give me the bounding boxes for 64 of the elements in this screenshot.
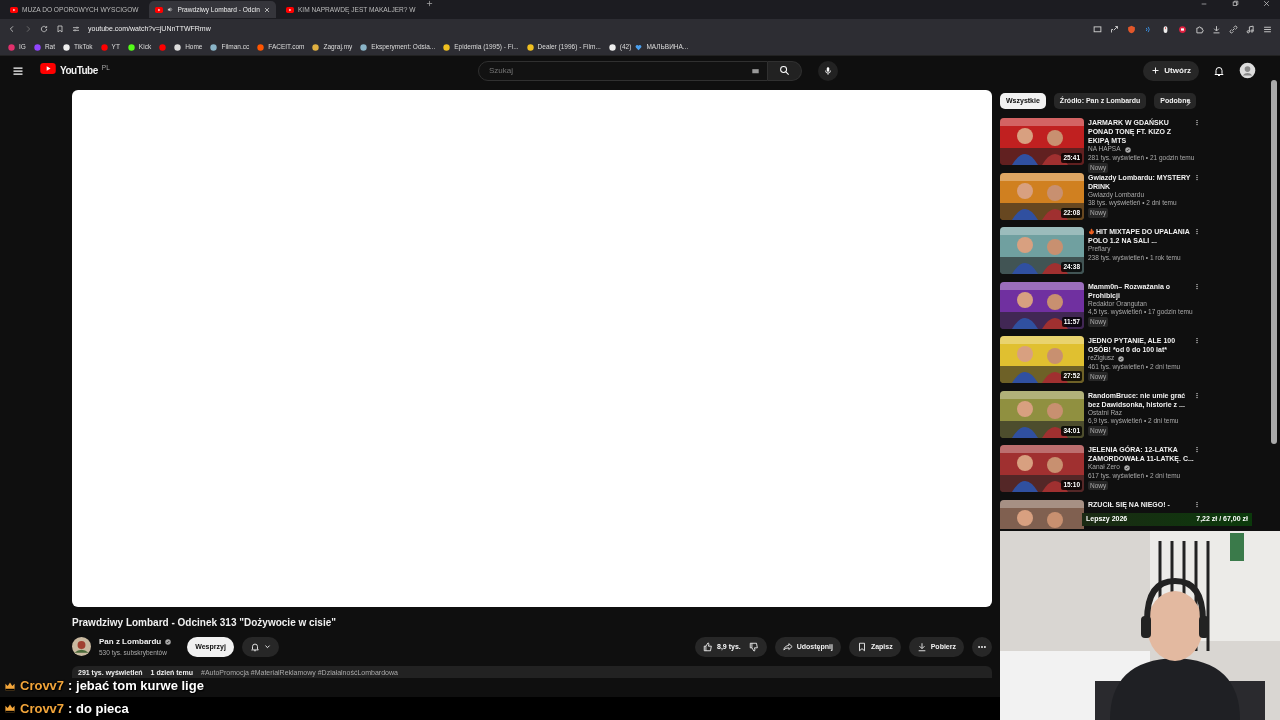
crown-icon	[4, 680, 16, 692]
thumbs-down-icon	[748, 641, 759, 652]
record-icon[interactable]	[1178, 24, 1187, 34]
bookmark-icon	[856, 641, 867, 652]
more-icon[interactable]	[1194, 390, 1200, 400]
search-button[interactable]	[768, 60, 802, 81]
youtube-icon	[10, 6, 18, 13]
bookmark-icon[interactable]	[159, 43, 167, 51]
close-icon[interactable]	[263, 6, 270, 13]
share-icon[interactable]	[1110, 24, 1119, 34]
speaker-icon	[166, 6, 174, 13]
more-icon[interactable]	[1194, 172, 1200, 182]
chat-username: Crovv7	[20, 699, 65, 718]
plus-icon	[1151, 66, 1161, 75]
share-arrow-icon	[782, 641, 793, 652]
menu-icon[interactable]	[1263, 24, 1272, 34]
dislike-button[interactable]	[748, 641, 759, 652]
menu-icon[interactable]	[12, 64, 24, 77]
youtube-icon	[285, 6, 294, 13]
chat-message: : jebać tom kurwe lige	[68, 677, 204, 696]
caret-icon	[263, 643, 271, 651]
channel-avatar-icon[interactable]	[72, 637, 91, 657]
restore-icon[interactable]	[1232, 0, 1239, 7]
search-icon	[779, 65, 790, 76]
shield-icon[interactable]	[1127, 24, 1136, 34]
bell-icon	[249, 641, 260, 652]
chat-message: : do pieca	[68, 699, 129, 718]
more-icon[interactable]	[1194, 445, 1200, 454]
plus-icon[interactable]	[425, 0, 433, 7]
youtube-icon	[154, 6, 163, 13]
more-icon[interactable]	[1194, 336, 1200, 345]
close-icon[interactable]	[1263, 0, 1270, 7]
avatar-icon[interactable]	[1239, 62, 1256, 79]
download-icon[interactable]	[1212, 24, 1221, 34]
scrollbar[interactable]	[1271, 80, 1277, 444]
more-actions-button[interactable]	[972, 636, 992, 657]
back-icon[interactable]	[8, 25, 16, 33]
create-button[interactable]: Utwórz	[1143, 60, 1199, 81]
more-icon[interactable]	[1194, 499, 1200, 509]
notifications-icon[interactable]	[1213, 64, 1225, 77]
play-logo-icon	[40, 63, 56, 74]
search-field[interactable]: Szukaj	[478, 60, 768, 81]
chat-username: Crovv7	[20, 677, 65, 696]
link-icon[interactable]	[1229, 24, 1238, 34]
download-icon	[916, 641, 927, 652]
puzzle-icon[interactable]	[1195, 24, 1204, 34]
crown-icon	[4, 703, 16, 714]
video-title: Prawdziwy Lombard - Odcinek 313 "Dożywocie w cisie"	[72, 616, 337, 630]
microphone-icon	[823, 65, 833, 76]
voice-search-button[interactable]	[818, 60, 838, 81]
more-icon[interactable]	[1194, 118, 1200, 127]
more-icon[interactable]	[1194, 227, 1200, 236]
more-icon[interactable]	[1194, 281, 1200, 291]
music-icon[interactable]	[1246, 24, 1255, 34]
mouse-icon[interactable]	[1161, 24, 1170, 34]
sound-icon[interactable]	[1144, 24, 1153, 34]
site-settings-icon[interactable]	[72, 25, 80, 33]
thumbs-up-icon	[703, 641, 713, 652]
notification-button[interactable]	[241, 636, 279, 657]
channel-name[interactable]: Pan z Lombardu	[99, 636, 162, 648]
bookmark-icon[interactable]	[56, 25, 64, 33]
cast-icon[interactable]	[1093, 24, 1102, 34]
keyboard-icon[interactable]	[751, 67, 760, 75]
reload-icon[interactable]	[40, 25, 48, 33]
